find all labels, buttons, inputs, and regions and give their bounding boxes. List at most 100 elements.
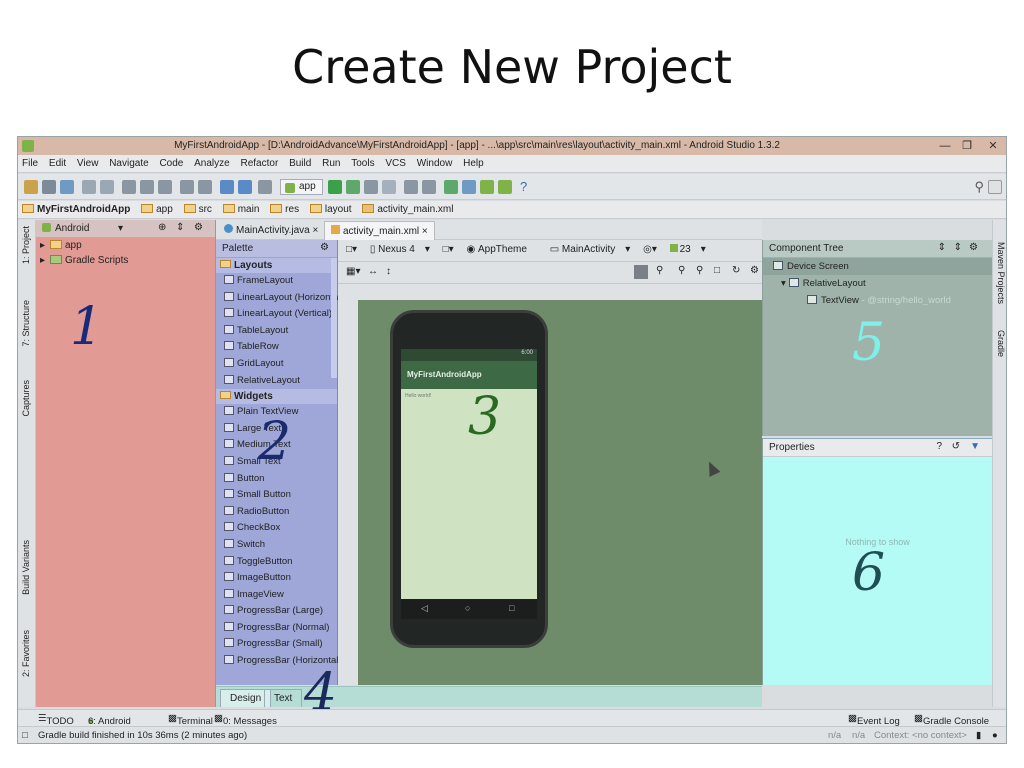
paste-icon[interactable] — [158, 180, 172, 194]
gear-icon[interactable]: ⚙ — [750, 265, 759, 276]
status-toggle-icon[interactable]: □ — [22, 730, 28, 741]
zoom-out-icon[interactable]: ⚲ — [696, 265, 703, 276]
back-icon[interactable] — [220, 180, 234, 194]
sdk-manager-icon[interactable] — [480, 180, 494, 194]
settings-icon[interactable] — [988, 180, 1002, 194]
palette-item[interactable]: Small Button — [216, 487, 337, 504]
orientation-icon[interactable]: □▾ — [443, 244, 454, 255]
breadcrumb-res[interactable]: res — [266, 201, 303, 215]
menu-edit[interactable]: Edit — [45, 155, 70, 172]
palette-item[interactable]: FrameLayout — [216, 273, 337, 290]
menu-tools[interactable]: Tools — [347, 155, 378, 172]
palette-item[interactable]: GridLayout — [216, 356, 337, 373]
tree-textview[interactable]: TextView - @string/hello_world — [763, 292, 992, 309]
redo-icon[interactable] — [100, 180, 114, 194]
sync-icon[interactable] — [60, 180, 74, 194]
status-context[interactable]: Context: <no context> — [874, 730, 967, 741]
find-icon[interactable] — [180, 180, 194, 194]
collapse-all-icon[interactable]: ⇕ — [954, 242, 962, 253]
palette-item[interactable]: TableRow — [216, 339, 337, 356]
gear-icon[interactable]: ⚙ — [320, 242, 329, 253]
undo-icon[interactable] — [82, 180, 96, 194]
make-project-icon[interactable] — [258, 180, 272, 194]
menu-window[interactable]: Window — [413, 155, 457, 172]
zoom-actual-icon[interactable]: □ — [714, 265, 720, 276]
palette-item[interactable]: Switch — [216, 537, 337, 554]
tool-messages[interactable]: ▩ 0: Messages — [214, 713, 277, 727]
tool-tab-favorites[interactable]: 2: Favorites — [21, 630, 31, 677]
breadcrumb-layout[interactable]: layout — [306, 201, 356, 215]
palette-group-layouts[interactable]: Layouts — [216, 258, 337, 273]
gear-icon[interactable]: ⚙ — [194, 222, 203, 233]
project-view-dropdown[interactable]: Android ▾ ⊕ ⇕ ⚙ — [36, 220, 215, 238]
tool-tab-maven-projects[interactable]: Maven Projects — [996, 242, 1006, 304]
design-canvas[interactable]: 6:00 MyFirstAndroidApp Hello world! ◁ ○ … — [358, 300, 762, 685]
refresh-icon[interactable]: ↻ — [732, 265, 740, 276]
tab-text[interactable]: Text — [264, 689, 303, 707]
palette-item[interactable]: ProgressBar (Large) — [216, 603, 337, 620]
sync-gradle-icon[interactable] — [444, 180, 458, 194]
tool-event-log[interactable]: ▩ Event Log — [848, 713, 900, 727]
inspector-icon[interactable]: ● — [992, 730, 998, 741]
avd-manager-icon[interactable] — [422, 180, 436, 194]
menu-build[interactable]: Build — [285, 155, 315, 172]
tool-terminal[interactable]: ▩ Terminal — [168, 713, 213, 727]
tree-item-gradle-scripts[interactable]: ▸ Gradle Scripts — [36, 253, 215, 268]
gear-icon[interactable]: ⚙ — [969, 242, 978, 253]
save-icon[interactable] — [42, 180, 56, 194]
palette-item[interactable]: ProgressBar (Normal) — [216, 620, 337, 637]
breadcrumb-file[interactable]: activity_main.xml — [358, 201, 457, 215]
tree-relative-layout[interactable]: ▾ RelativeLayout — [763, 275, 992, 292]
target-icon[interactable]: ⊕ — [158, 222, 166, 233]
palette-item[interactable]: LinearLayout (Horizontal) — [216, 290, 344, 307]
palette-group-widgets[interactable]: Widgets — [216, 389, 337, 405]
palette-item[interactable]: TableLayout — [216, 323, 337, 340]
restore-default-icon[interactable]: ↺ — [952, 441, 960, 452]
breadcrumb-app[interactable]: app — [137, 201, 177, 215]
android-device-icon[interactable] — [498, 180, 512, 194]
forward-icon[interactable] — [238, 180, 252, 194]
search-icon[interactable]: ⚲ — [974, 179, 984, 195]
device-dropdown[interactable]: ▯ Nexus 4 ▾ — [370, 244, 430, 255]
palette-item[interactable]: ImageView — [216, 587, 337, 604]
lock-icon[interactable]: ▮ — [976, 730, 981, 741]
minimize-icon[interactable]: — — [934, 138, 956, 154]
fit-width-icon[interactable]: ↔ — [368, 266, 378, 277]
menu-vcs[interactable]: VCS — [381, 155, 410, 172]
fit-height-icon[interactable]: ↕ — [386, 266, 391, 277]
expand-all-icon[interactable]: ⇕ — [938, 242, 946, 253]
tool-tab-captures[interactable]: Captures — [21, 380, 31, 417]
cut-icon[interactable] — [122, 180, 136, 194]
palette-item[interactable]: RelativeLayout — [216, 373, 337, 390]
layout-actions-icon[interactable]: ▦▾ — [346, 266, 360, 277]
menu-analyze[interactable]: Analyze — [190, 155, 234, 172]
tree-device-screen[interactable]: Device Screen — [763, 258, 992, 275]
tool-tab-build-variants[interactable]: Build Variants — [21, 540, 31, 595]
activity-dropdown[interactable]: ▭ MainActivity ▾ — [550, 244, 631, 255]
hello-world-textview[interactable]: Hello world! — [405, 393, 431, 399]
run-configuration-dropdown[interactable]: app — [280, 179, 323, 195]
palette-item[interactable]: ImageButton — [216, 570, 337, 587]
tool-gradle-console[interactable]: ▩ Gradle Console — [914, 713, 989, 727]
breadcrumb-project[interactable]: MyFirstAndroidApp — [18, 201, 134, 215]
android-monitor-icon[interactable] — [462, 180, 476, 194]
zoom-in-icon[interactable]: ⚲ — [678, 265, 685, 276]
copy-icon[interactable] — [140, 180, 154, 194]
palette-item[interactable]: ToggleButton — [216, 554, 337, 571]
menu-navigate[interactable]: Navigate — [105, 155, 152, 172]
restore-icon[interactable]: ❐ — [956, 138, 978, 154]
open-folder-icon[interactable] — [24, 180, 38, 194]
tool-tab-project[interactable]: 1: Project — [21, 226, 31, 264]
palette-item[interactable]: ProgressBar (Small) — [216, 636, 337, 653]
palette-scrollbar[interactable] — [331, 258, 337, 378]
layout-variant-icon[interactable]: □▾ — [346, 244, 357, 255]
menu-refactor[interactable]: Refactor — [237, 155, 283, 172]
tab-activity-main-xml[interactable]: activity_main.xml × — [324, 221, 435, 240]
replace-icon[interactable] — [198, 180, 212, 194]
theme-button[interactable]: ◉ AppTheme — [466, 244, 536, 255]
help-button[interactable]: ? — [520, 179, 527, 194]
palette-item[interactable]: LinearLayout (Vertical) — [216, 306, 337, 323]
api-level-dropdown[interactable]: 23 ▾ — [669, 244, 706, 255]
menu-code[interactable]: Code — [155, 155, 187, 172]
stop-icon[interactable] — [382, 180, 396, 194]
